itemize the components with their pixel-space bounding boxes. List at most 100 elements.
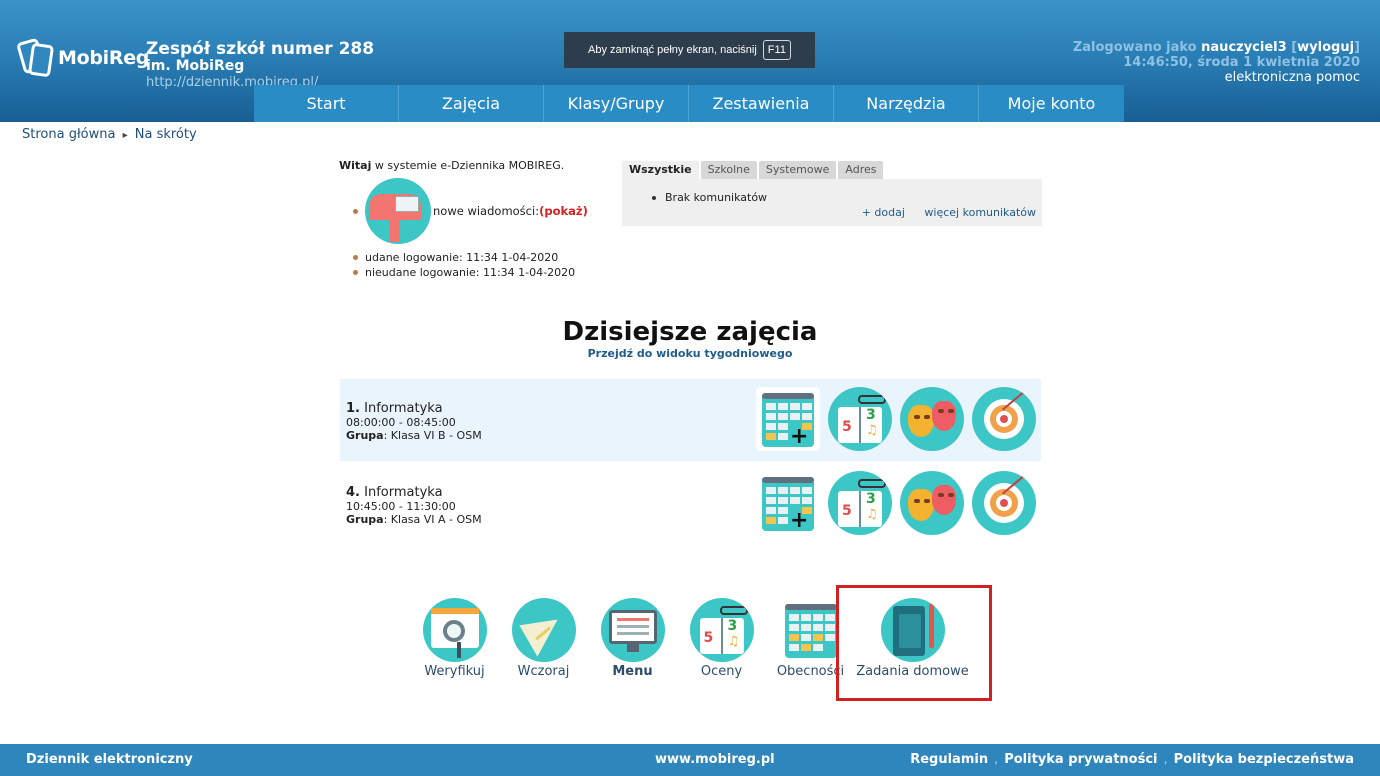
notice-item: Brak komunikatów xyxy=(652,191,767,204)
footer-site-link[interactable]: www.mobireg.pl xyxy=(655,752,775,767)
tab-wszystkie[interactable]: Wszystkie xyxy=(622,161,699,179)
login-info: Zalogowano jako nauczyciel3 [wyloguj] 14… xyxy=(1073,40,1360,85)
nav-start[interactable]: Start xyxy=(254,85,399,122)
welcome-text: Witaj w systemie e-Dziennika MOBIREG. xyxy=(339,159,564,172)
nav-zestawienia[interactable]: Zestawienia xyxy=(689,85,834,122)
f11-key: F11 xyxy=(762,40,791,60)
tab-szkolne[interactable]: Szkolne xyxy=(700,161,757,179)
login-prefix: Zalogowano jako xyxy=(1072,40,1197,55)
monitor-icon[interactable] xyxy=(600,598,665,662)
mailbox-icon[interactable] xyxy=(365,178,431,244)
new-messages-label: nowe wiadomości: xyxy=(433,204,540,218)
shortcut-label[interactable]: Menu xyxy=(612,664,652,679)
lesson-row: 4. Informatyka 10:45:00 - 11:30:00 Grupa… xyxy=(340,463,1041,545)
shortcut-label[interactable]: Wczoraj xyxy=(518,664,570,679)
login-history: udane logowanie: 11:34 1-04-2020 nieudan… xyxy=(353,250,575,280)
add-notice-link[interactable]: + dodaj xyxy=(862,206,905,219)
lesson-number: 1. xyxy=(346,401,360,416)
lesson-group: : Klasa VI A - OSM xyxy=(383,513,482,526)
tab-systemowe[interactable]: Systemowe xyxy=(758,161,837,179)
school-info: Zespół szkół numer 288 im. MobiReg http:… xyxy=(146,40,374,91)
tab-adres[interactable]: Adres xyxy=(838,161,884,179)
breadcrumb: Strona główna ▸ Na skróty xyxy=(22,127,197,142)
welcome-bold: Witaj xyxy=(339,159,372,172)
attendance-icon[interactable]: + xyxy=(756,471,820,535)
breadcrumb-separator: ▸ xyxy=(122,130,128,141)
help-link[interactable]: elektroniczna pomoc xyxy=(1073,70,1360,85)
fullscreen-notice-text: Aby zamknąć pełny ekran, naciśnij xyxy=(588,44,757,56)
nav-moje-konto[interactable]: Moje konto xyxy=(979,85,1124,122)
mobireg-logo[interactable]: MobiReg xyxy=(16,37,150,78)
header: MobiReg Zespół szkół numer 288 im. MobiR… xyxy=(0,0,1380,122)
school-subtitle: im. MobiReg xyxy=(146,58,245,74)
footer-separator: , xyxy=(994,752,999,767)
shortcut-label[interactable]: Oceny xyxy=(701,664,742,679)
week-view-link[interactable]: Przejdź do widoku tygodniowego xyxy=(0,347,1380,360)
footer-left: Dziennik elektroniczny xyxy=(26,752,193,767)
success-login: udane logowanie: 11:34 1-04-2020 xyxy=(365,251,559,264)
attendance-icon[interactable] xyxy=(778,598,843,662)
notice-item-text: Brak komunikatów xyxy=(665,191,768,204)
more-notices-link[interactable]: więcej komunikatów xyxy=(924,206,1036,219)
lesson-info: 4. Informatyka 10:45:00 - 11:30:00 Grupa… xyxy=(346,485,482,526)
main-nav: Start Zajęcia Klasy/Grupy Zestawienia Na… xyxy=(254,85,1124,122)
magnifier-book-icon[interactable] xyxy=(422,598,487,662)
logout-link[interactable]: wyloguj xyxy=(1297,40,1354,55)
shortcut-wczoraj[interactable]: Wczoraj xyxy=(499,598,588,679)
footer-links: Regulamin, Polityka prywatności, Polityka … xyxy=(910,752,1354,767)
shortcut-menu[interactable]: Menu xyxy=(588,598,677,679)
lesson-actions: + 5 3 ♫ xyxy=(756,387,1036,451)
datetime: 14:46:50, środa 1 kwietnia 2020 xyxy=(1123,55,1360,70)
breadcrumb-home[interactable]: Strona główna xyxy=(22,127,115,142)
breadcrumb-current[interactable]: Na skróty xyxy=(135,127,197,142)
welcome-rest: w systemie e-Dziennika MOBIREG. xyxy=(371,159,565,172)
target-icon[interactable] xyxy=(972,387,1036,451)
notice-tabs: Wszystkie Szkolne Systemowe Adres xyxy=(622,161,884,179)
lesson-time: 08:00:00 - 08:45:00 xyxy=(346,416,456,429)
bullet xyxy=(353,255,358,260)
failed-login: nieudane logowanie: 11:34 1-04-2020 xyxy=(365,266,576,279)
lesson-subject[interactable]: Informatyka xyxy=(364,401,442,416)
show-bracket-close: ) xyxy=(582,204,588,218)
lesson-row: 1. Informatyka 08:00:00 - 08:45:00 Grupa… xyxy=(340,379,1041,461)
lesson-group: : Klasa VI B - OSM xyxy=(383,429,482,442)
lesson-info: 1. Informatyka 08:00:00 - 08:45:00 Grupa… xyxy=(346,401,482,442)
bullet xyxy=(353,208,358,214)
grades-icon[interactable]: 5 3 ♫ xyxy=(828,387,892,451)
group-label: Grupa xyxy=(346,513,384,526)
shortcut-weryfikuj[interactable]: Weryfikuj xyxy=(410,598,499,679)
lesson-number: 4. xyxy=(346,485,360,500)
nav-zajecia[interactable]: Zajęcia xyxy=(399,85,544,122)
shortcut-oceny[interactable]: 5 3 ♫ Oceny xyxy=(677,598,766,679)
group-label: Grupa xyxy=(346,429,384,442)
logo-text: MobiReg xyxy=(58,47,150,69)
footer-regulamin[interactable]: Regulamin xyxy=(910,752,988,767)
footer-security[interactable]: Polityka bezpieczeństwa xyxy=(1174,752,1354,767)
footer-separator: , xyxy=(1163,752,1168,767)
new-messages-row: nowe wiadomości: (pokaż) xyxy=(353,178,588,244)
mobireg-logo-icon xyxy=(16,37,55,78)
bullet xyxy=(652,195,656,200)
notice-box: Brak komunikatów + dodaj więcej komunika… xyxy=(622,179,1042,226)
shortcut-label[interactable]: Weryfikuj xyxy=(424,664,484,679)
show-messages-link[interactable]: pokaż xyxy=(544,204,582,218)
lesson-actions: + 5 3 ♫ xyxy=(756,471,1036,535)
bullet xyxy=(353,270,358,275)
shortcut-label[interactable]: Obecności xyxy=(777,664,844,679)
attendance-icon[interactable]: + xyxy=(756,387,820,451)
footer-privacy[interactable]: Polityka prywatności xyxy=(1004,752,1157,767)
theater-masks-icon[interactable] xyxy=(900,471,964,535)
footer: Dziennik elektroniczny www.mobireg.pl Re… xyxy=(0,744,1380,776)
notice-links: + dodaj więcej komunikatów xyxy=(846,206,1036,219)
theater-masks-icon[interactable] xyxy=(900,387,964,451)
nav-klasy-grupy[interactable]: Klasy/Grupy xyxy=(544,85,689,122)
grades-icon[interactable]: 5 3 ♫ xyxy=(828,471,892,535)
fullscreen-notice: Aby zamknąć pełny ekran, naciśnij F11 xyxy=(564,32,815,68)
highlight-box xyxy=(836,585,992,701)
lesson-time: 10:45:00 - 11:30:00 xyxy=(346,500,456,513)
target-icon[interactable] xyxy=(972,471,1036,535)
grades-icon[interactable]: 5 3 ♫ xyxy=(689,598,754,662)
paper-plane-icon[interactable] xyxy=(511,598,576,662)
nav-narzedzia[interactable]: Narzędzia xyxy=(834,85,979,122)
lesson-subject[interactable]: Informatyka xyxy=(364,485,442,500)
